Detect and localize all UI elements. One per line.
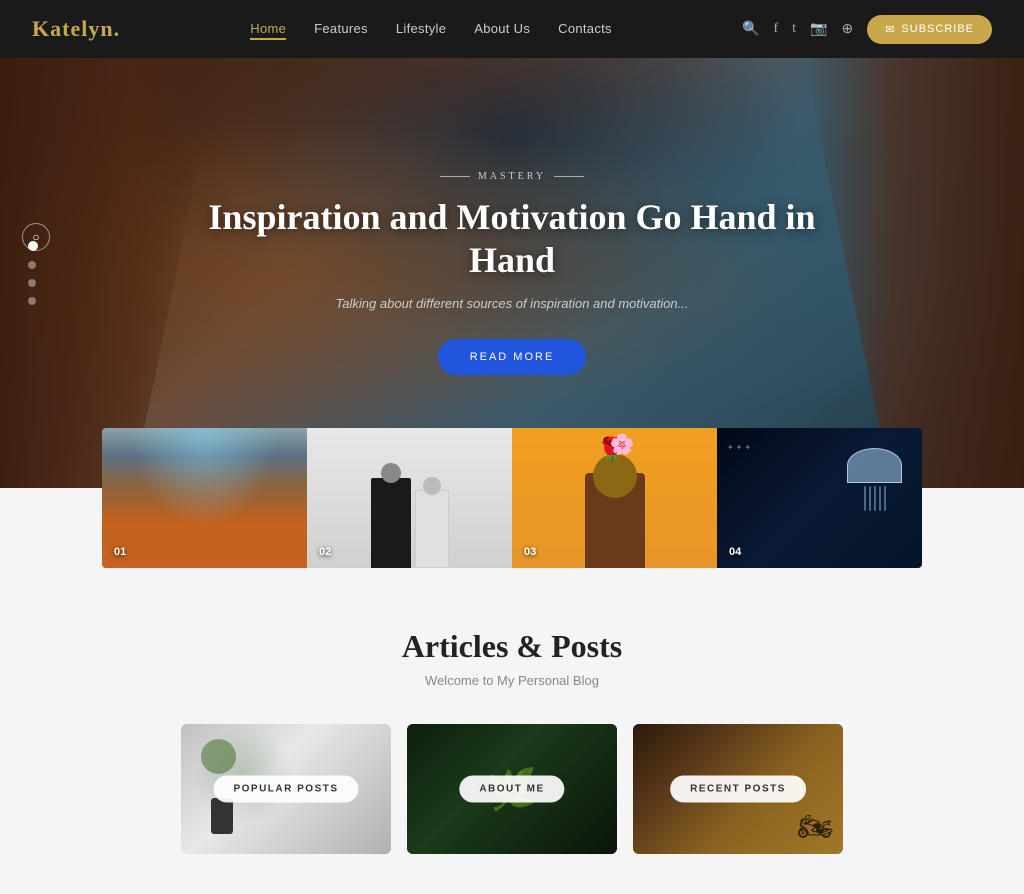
jellyfish-tentacles	[847, 483, 902, 511]
slide-dot-3[interactable]	[28, 279, 36, 287]
twitter-icon[interactable]: t	[792, 21, 796, 37]
people-image	[307, 428, 512, 568]
articles-title: Articles & Posts	[32, 628, 992, 665]
canyon-overlay	[102, 428, 307, 568]
about-me-button[interactable]: ABOUT ME	[459, 776, 564, 803]
articles-grid: POPULAR POSTS 🌿 ABOUT ME 🏍 RECENT POSTS	[32, 724, 992, 854]
logo-dot: .	[114, 16, 121, 41]
recent-posts-button[interactable]: RECENT POSTS	[670, 776, 806, 803]
nav-item-contacts[interactable]: Contacts	[558, 20, 612, 38]
instagram-icon[interactable]: 📷	[810, 21, 827, 38]
navbar-right: 🔍 f t 📷 ⊕ SUBSCRIBE	[742, 15, 992, 44]
popular-posts-button[interactable]: POPULAR POSTS	[213, 776, 358, 803]
hero-title: Inspiration and Motivation Go Hand in Ha…	[162, 196, 862, 282]
person-1	[371, 478, 411, 568]
hero-read-more-button[interactable]: READ MORE	[438, 339, 587, 375]
slide-dot-2[interactable]	[28, 261, 36, 269]
nav-item-features[interactable]: Features	[314, 20, 368, 38]
slide-dot-4[interactable]	[28, 297, 36, 305]
slide-dot-1[interactable]	[28, 241, 38, 251]
hero-category-label: MASTERY	[162, 171, 862, 182]
jellyfish-image	[847, 448, 902, 518]
articles-subtitle: Welcome to My Personal Blog	[32, 673, 992, 688]
motorcycle-decoration: 🏍	[797, 810, 833, 844]
thumb-num-2: 02	[319, 546, 331, 558]
slide-indicators	[28, 241, 38, 305]
hero-section: ○ MASTERY Inspiration and Motivation Go …	[0, 58, 1024, 488]
person-group	[371, 478, 449, 568]
plant-decoration	[201, 739, 236, 774]
article-card-about[interactable]: 🌿 ABOUT ME	[407, 724, 617, 854]
jellyfish-bell	[847, 448, 902, 483]
thumbnail-3[interactable]: 🌹 🌸 03	[512, 428, 717, 568]
site-logo[interactable]: Katelyn.	[32, 16, 120, 42]
flower-decoration-2: 🌸	[610, 432, 635, 457]
article-card-recent[interactable]: 🏍 RECENT POSTS	[633, 724, 843, 854]
hero-content: MASTERY Inspiration and Motivation Go Ha…	[162, 171, 862, 375]
thumb-num-3: 03	[524, 546, 536, 558]
hero-subtitle: Talking about different sources of inspi…	[162, 296, 862, 311]
thumb-num-1: 01	[114, 546, 126, 558]
logo-text: Katelyn	[32, 16, 114, 41]
person-2	[415, 490, 449, 568]
thumbnail-strip: 01 02 🌹 🌸 03	[102, 428, 922, 568]
thumbnail-2[interactable]: 02	[307, 428, 512, 568]
thumb-num-4: 04	[729, 546, 741, 558]
dribbble-icon[interactable]: ⊕	[841, 21, 853, 38]
nav-item-about[interactable]: About Us	[474, 20, 530, 38]
articles-section: Articles & Posts Welcome to My Personal …	[0, 568, 1024, 894]
search-icon[interactable]: 🔍	[742, 21, 759, 38]
navbar: Katelyn. Home Features Lifestyle About U…	[0, 0, 1024, 58]
thumbnail-4[interactable]: ✦ ✦ ✦ 04	[717, 428, 922, 568]
subscribe-button[interactable]: SUBSCRIBE	[867, 15, 992, 44]
article-card-popular[interactable]: POPULAR POSTS	[181, 724, 391, 854]
thumbnail-1[interactable]: 01	[102, 428, 307, 568]
facebook-icon[interactable]: f	[773, 21, 778, 37]
main-nav: Home Features Lifestyle About Us Contact…	[250, 20, 612, 38]
nav-item-lifestyle[interactable]: Lifestyle	[396, 20, 446, 38]
stars: ✦ ✦ ✦	[727, 443, 751, 452]
nav-item-home[interactable]: Home	[250, 20, 286, 38]
phone-decoration	[211, 798, 233, 834]
